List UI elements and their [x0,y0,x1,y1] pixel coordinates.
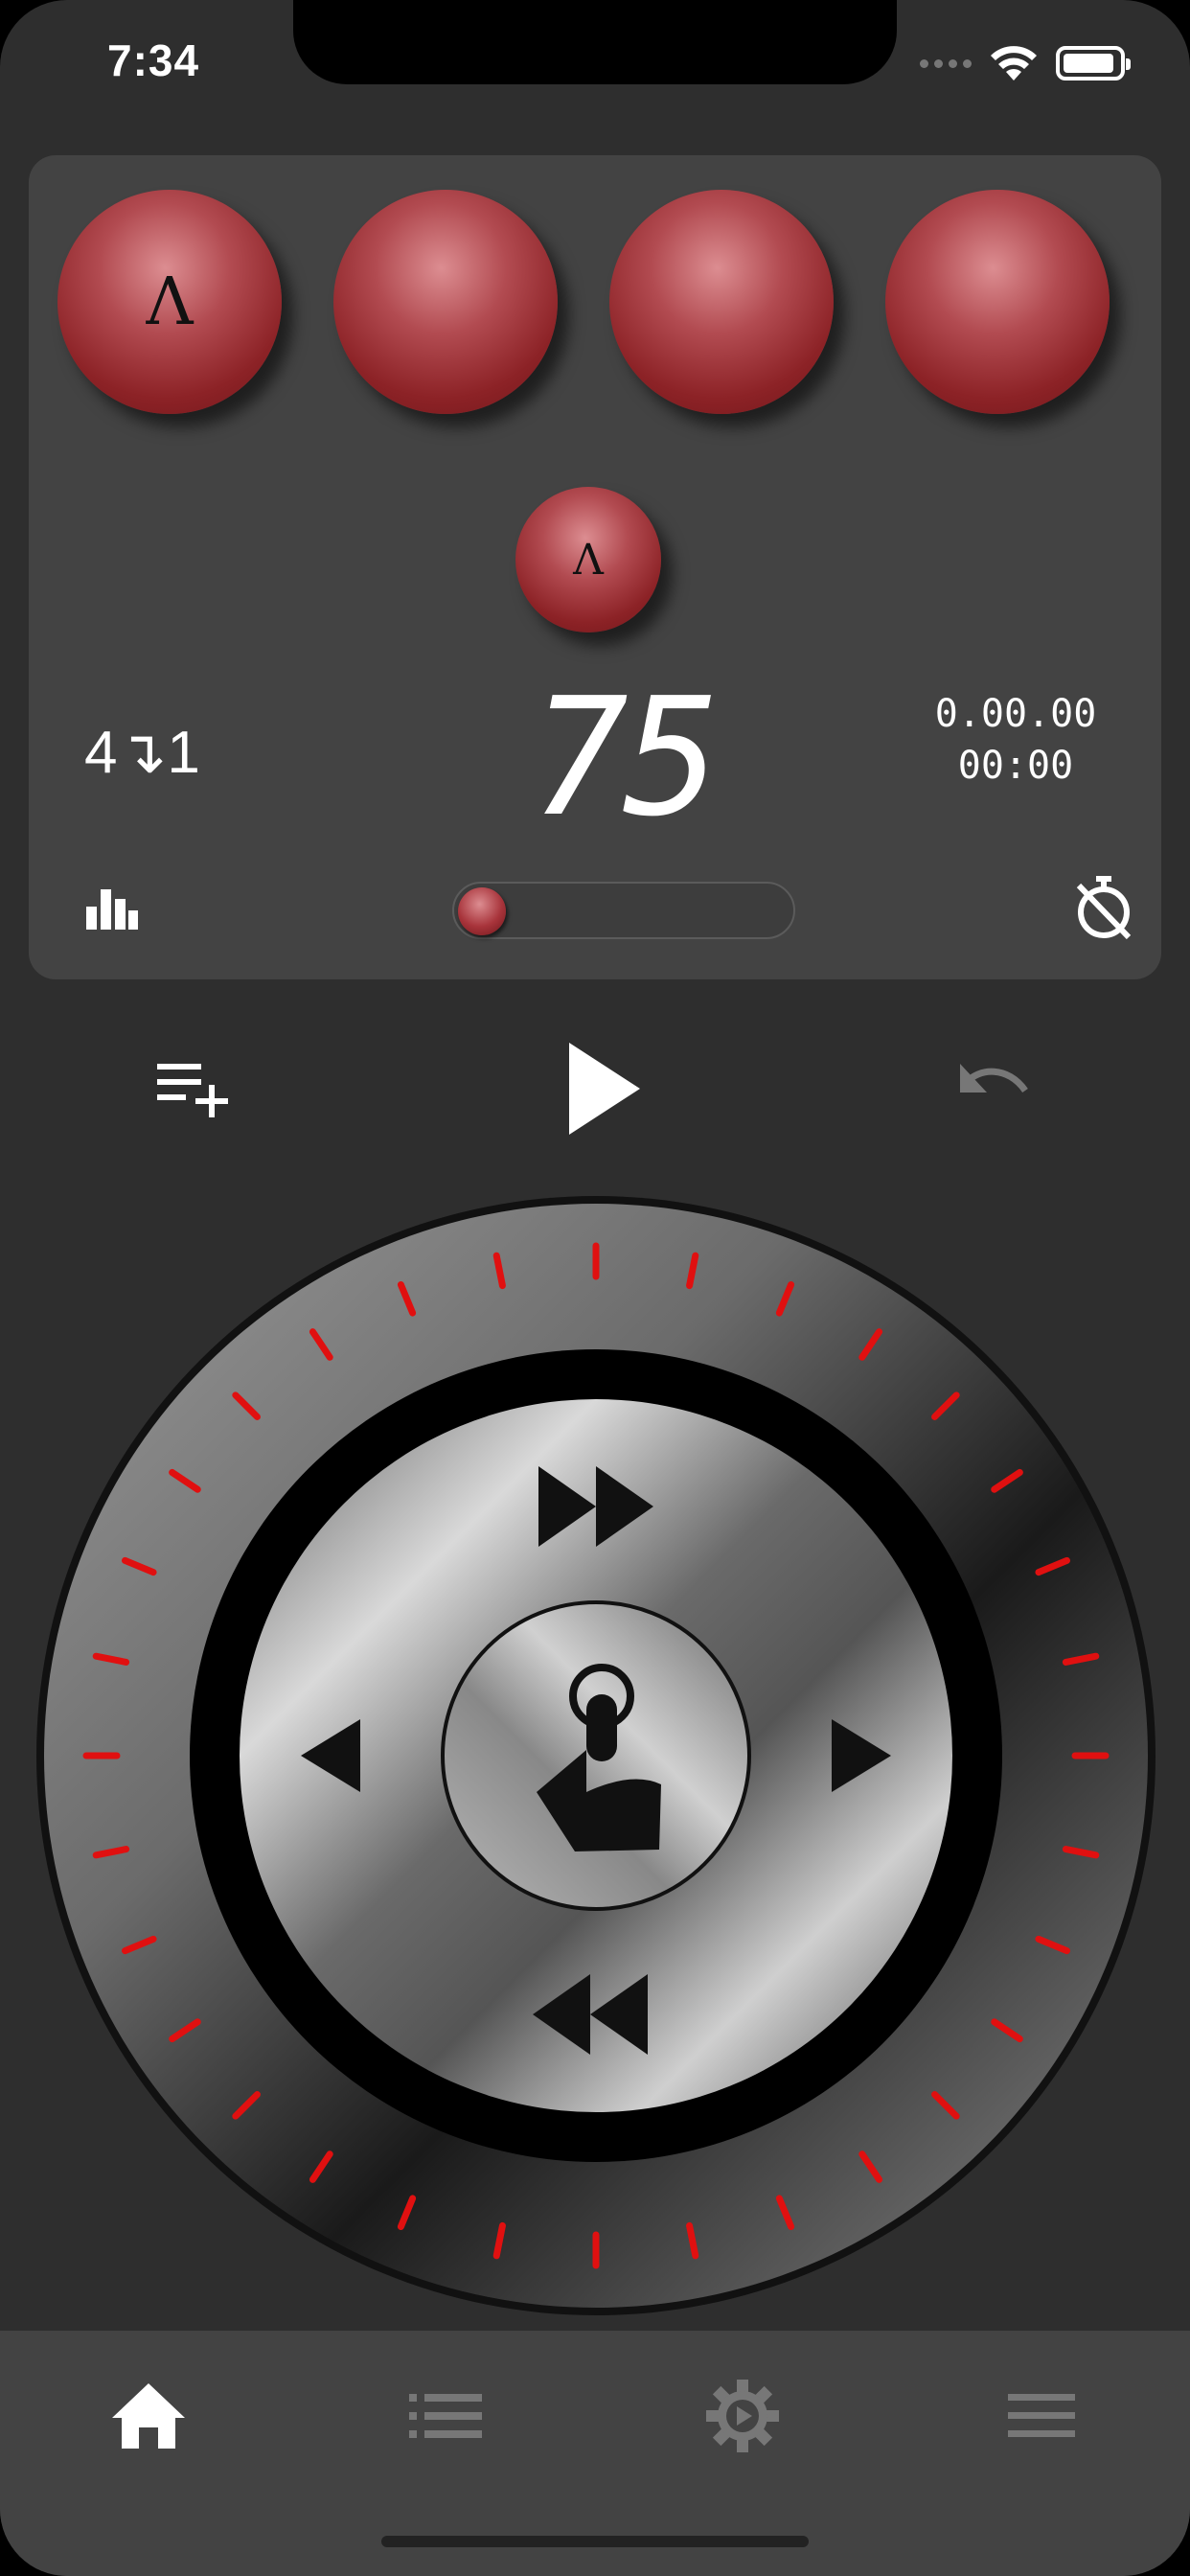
slider-thumb[interactable] [458,887,506,935]
control-dial[interactable] [0,1179,1190,2329]
list-icon [409,2394,482,2438]
timer-off-icon[interactable] [1075,876,1133,939]
beat-ratio[interactable]: 4↴1 [84,717,200,787]
cellular-signal-icon [920,58,972,68]
home-indicator [381,2536,809,2547]
home-icon [112,2383,185,2449]
beat-ball-2[interactable] [333,190,558,414]
elapsed-counter: 0.00.00 [934,692,1097,736]
tab-home[interactable] [105,2373,192,2459]
notch [293,0,897,84]
time-counter: 00:00 [957,744,1074,788]
app-screen: 7:34 Λ Λ 4↴1 75 0.00.00 00:00 [0,0,1190,2576]
current-beat-indicator: Λ [515,487,661,632]
tempo-display[interactable]: 75 [498,663,747,853]
wifi-icon [991,46,1037,80]
beat-ball-4[interactable] [885,190,1110,414]
volume-slider[interactable] [452,882,795,939]
current-beat-glyph: Λ [573,535,604,585]
menu-icon [1008,2394,1075,2437]
tab-settings[interactable] [699,2373,786,2459]
settings-play-icon [706,2380,779,2452]
status-time: 7:34 [107,35,200,85]
bar-chart-icon[interactable] [86,886,138,930]
tab-list[interactable] [402,2373,489,2459]
undo-icon[interactable] [958,1062,1031,1106]
tab-menu[interactable] [998,2373,1085,2459]
play-icon[interactable] [565,1039,642,1138]
metronome-panel: Λ Λ 4↴1 75 0.00.00 00:00 [29,155,1161,979]
beat-ball-glyph: Λ [146,264,194,340]
battery-icon [1056,46,1131,80]
beat-ball-1[interactable]: Λ [57,190,282,414]
beat-ball-3[interactable] [609,190,834,414]
playlist-add-icon[interactable] [157,1062,230,1117]
status-icons [920,44,1131,82]
